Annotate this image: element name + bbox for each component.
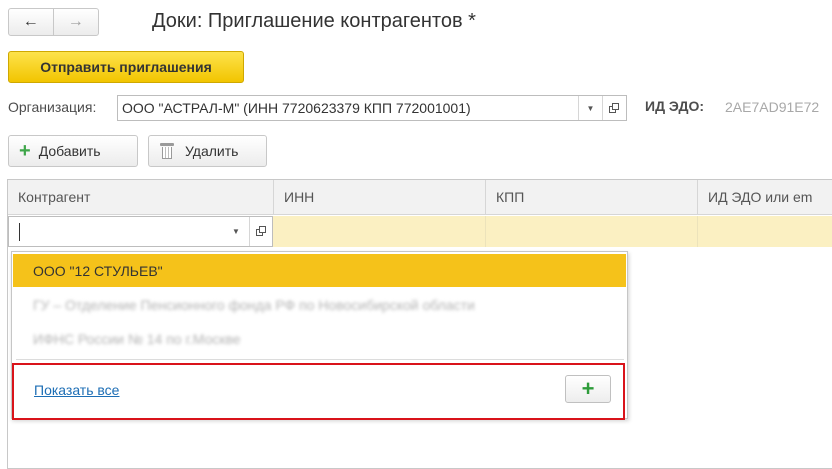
organization-value: ООО "АСТРАЛ-М" (ИНН 7720623379 КПП 77200…	[122, 100, 471, 116]
text-caret	[19, 223, 20, 241]
column-header-kpp[interactable]: КПП	[486, 180, 698, 215]
counterparty-input[interactable]: ▼	[8, 216, 273, 247]
arrow-left-icon: ←	[22, 13, 39, 30]
back-button[interactable]: ←	[9, 9, 54, 35]
table-row[interactable]: ▼	[8, 216, 832, 247]
edo-email-cell[interactable]	[698, 216, 832, 247]
divider	[16, 359, 624, 360]
create-counterparty-button[interactable]: +	[565, 375, 611, 403]
column-header-edo-or-email[interactable]: ИД ЭДО или em	[698, 180, 832, 215]
column-header-counterparty[interactable]: Контрагент	[8, 180, 274, 215]
trash-icon	[159, 143, 175, 159]
dropdown-item[interactable]: ГУ – Отделение Пенсионного фонда РФ по Н…	[13, 288, 626, 321]
kpp-cell[interactable]	[486, 216, 698, 247]
delete-button[interactable]: Удалить	[148, 135, 267, 167]
highlight-frame: Показать все +	[12, 363, 625, 420]
inn-cell[interactable]	[273, 216, 486, 247]
counterparty-dropdown: ООО "12 СТУЛЬЕВ" ГУ – Отделение Пенсионн…	[11, 251, 628, 420]
forward-button[interactable]: →	[54, 9, 99, 35]
dropdown-item[interactable]: ООО "12 СТУЛЬЕВ"	[13, 254, 626, 287]
navigation-buttons: ← →	[8, 8, 99, 36]
table-header: Контрагент ИНН КПП ИД ЭДО или em	[8, 180, 832, 215]
plus-icon: +	[19, 140, 31, 162]
open-counterparty-button[interactable]	[249, 217, 273, 246]
open-organization-button[interactable]	[602, 96, 626, 120]
dropdown-item[interactable]: ИФНС России № 14 по г.Москве	[13, 322, 626, 355]
column-header-inn[interactable]: ИНН	[274, 180, 486, 215]
add-button[interactable]: + Добавить	[8, 135, 138, 167]
edo-id-value: 2AE7AD91E72	[725, 99, 820, 115]
arrow-right-icon: →	[67, 13, 84, 30]
plus-icon: +	[581, 376, 595, 401]
edo-id-label: ИД ЭДО:	[645, 98, 705, 114]
page-title: Доки: Приглашение контрагентов *	[152, 10, 476, 32]
open-form-icon	[609, 102, 620, 114]
organization-field[interactable]: ООО "АСТРАЛ-М" (ИНН 7720623379 КПП 77200…	[117, 95, 627, 121]
delete-button-label: Удалить	[185, 143, 239, 159]
chevron-down-icon[interactable]: ▼	[224, 217, 248, 246]
show-all-link[interactable]: Показать все	[34, 382, 119, 398]
send-invitations-button[interactable]: Отправить приглашения	[8, 51, 244, 83]
organization-label: Организация:	[8, 99, 97, 115]
chevron-down-icon[interactable]: ▼	[578, 96, 602, 120]
add-button-label: Добавить	[38, 143, 101, 159]
open-form-icon	[256, 226, 267, 237]
